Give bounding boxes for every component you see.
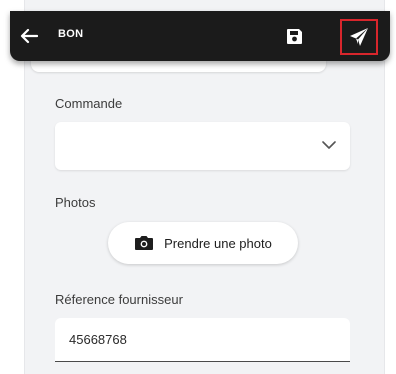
arrow-left-icon — [20, 28, 38, 44]
reference-value: 45668768 — [69, 332, 127, 347]
take-photo-button[interactable]: Prendre une photo — [108, 222, 298, 264]
reference-label: Réference fournisseur — [55, 292, 183, 307]
send-button[interactable] — [340, 19, 378, 55]
reference-input[interactable]: 45668768 — [55, 318, 350, 362]
commande-select[interactable] — [55, 122, 350, 170]
paper-plane-icon — [350, 28, 368, 46]
take-photo-label: Prendre une photo — [164, 235, 272, 251]
page-title: BON — [58, 28, 84, 40]
back-button[interactable] — [14, 21, 44, 51]
save-button[interactable] — [281, 23, 307, 49]
camera-icon — [135, 236, 154, 250]
photos-label: Photos — [55, 195, 96, 210]
commande-label: Commande — [55, 96, 123, 111]
app-bar: BON — [10, 11, 390, 61]
floppy-disk-icon — [286, 28, 302, 44]
chevron-down-icon — [322, 141, 336, 149]
